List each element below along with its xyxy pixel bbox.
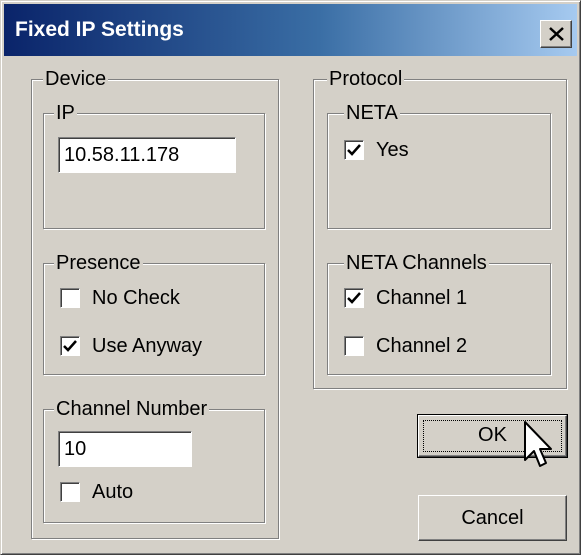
no-check-label: No Check (92, 287, 180, 309)
protocol-legend: Protocol (327, 67, 405, 91)
title-bar[interactable]: Fixed IP Settings (4, 4, 577, 56)
check-icon (347, 144, 361, 156)
cancel-label: Cancel (461, 507, 524, 529)
channel-number-group: Channel Number 10 Auto (43, 397, 265, 523)
presence-legend: Presence (54, 251, 143, 275)
device-legend: Device (43, 67, 109, 91)
auto-label: Auto (92, 481, 134, 503)
close-button[interactable] (540, 20, 572, 48)
use-anyway-box[interactable] (60, 336, 80, 356)
window-title: Fixed IP Settings (15, 18, 184, 41)
check-icon (63, 340, 77, 352)
channel-1-box[interactable] (344, 288, 364, 308)
channel-number-input[interactable]: 10 (58, 431, 192, 467)
neta-channels-group: NETA Channels Channel 1 Channel 2 (327, 251, 551, 375)
use-anyway-label: Use Anyway (92, 335, 203, 357)
neta-group: NETA Yes (327, 101, 551, 229)
arrow-cursor-icon (524, 421, 552, 467)
ip-legend: IP (54, 101, 77, 125)
presence-group: Presence No Check Use Anyway (43, 251, 265, 375)
channel-2-box[interactable] (344, 336, 364, 356)
cancel-button[interactable]: Cancel (418, 495, 567, 541)
neta-legend: NETA (344, 101, 400, 125)
neta-channels-legend: NETA Channels (344, 251, 489, 275)
ip-group: IP 10.58.11.178 (43, 101, 265, 229)
channel-number-legend: Channel Number (54, 397, 210, 421)
ip-input[interactable]: 10.58.11.178 (58, 137, 236, 173)
close-icon (549, 27, 564, 41)
channel-2-label: Channel 2 (376, 335, 468, 357)
dialog-window: Fixed IP Settings Device IP 10.58.11.178… (0, 0, 581, 555)
neta-yes-box[interactable] (344, 140, 364, 160)
neta-yes-label: Yes (376, 139, 409, 161)
auto-box[interactable] (60, 482, 80, 502)
check-icon (347, 292, 361, 304)
channel-1-label: Channel 1 (376, 287, 468, 309)
no-check-box[interactable] (60, 288, 80, 308)
